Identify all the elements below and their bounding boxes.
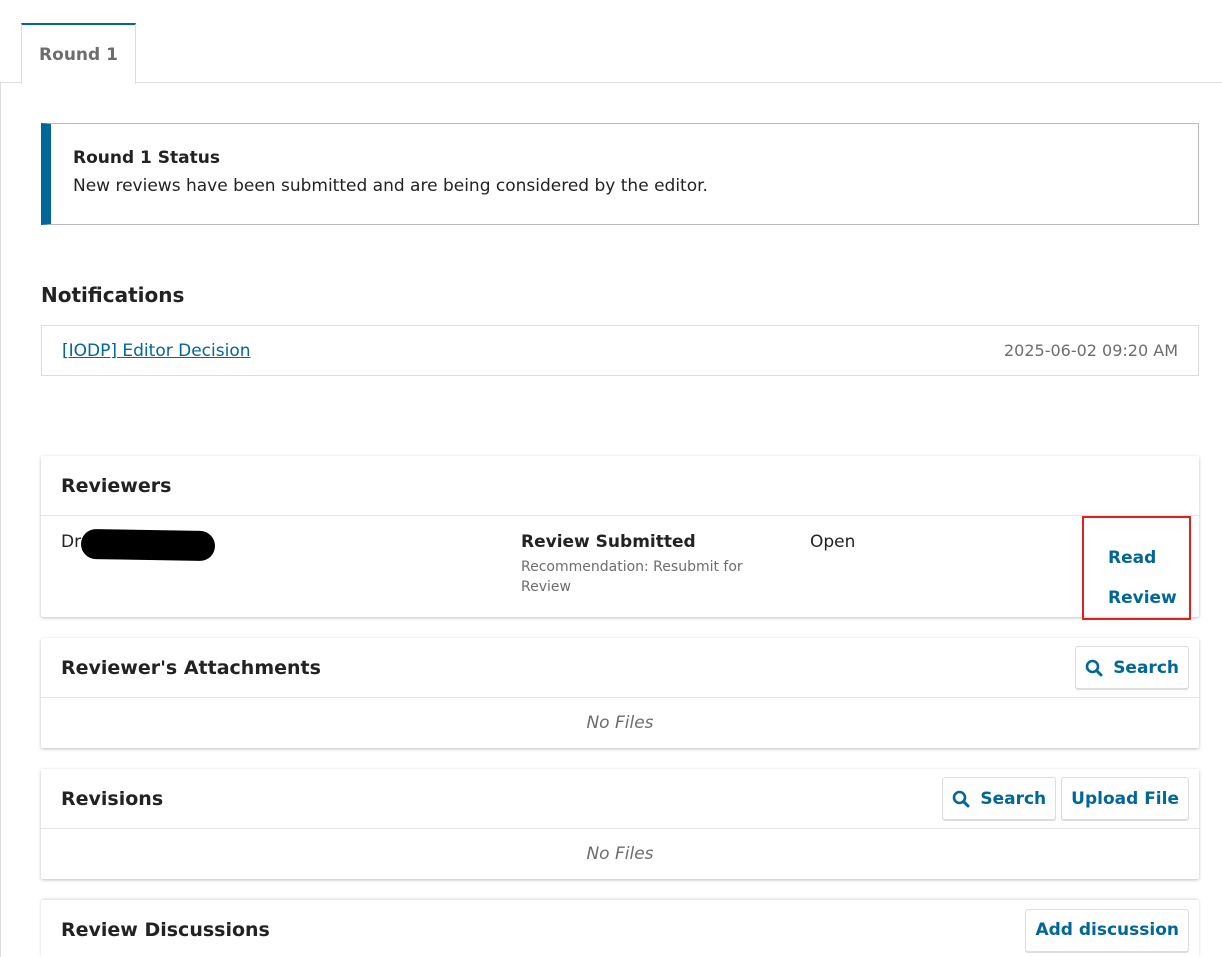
review-state: Open (810, 532, 856, 552)
attachments-empty: No Files (586, 713, 654, 733)
reviewers-panel: Reviewers Dr Review Submitted Recommenda… (41, 456, 1199, 620)
search-icon (1085, 659, 1103, 676)
reviewer-name: Dr (61, 532, 82, 552)
attachments-title: Reviewer's Attachments (61, 656, 321, 679)
read-review-link[interactable]: Read Review (1082, 516, 1191, 620)
revisions-search-label: Search (980, 788, 1047, 809)
revisions-header: Revisions Search Upload File (41, 769, 1199, 829)
discussions-header: Review Discussions Add discussion (41, 900, 1199, 957)
notifications-heading: Notifications (41, 283, 185, 307)
revisions-panel: Revisions Search Upload File No Files (41, 769, 1199, 879)
round-status-box: Round 1 Status New reviews have been sub… (41, 123, 1199, 225)
revisions-empty: No Files (586, 844, 654, 864)
notification-date: 2025-06-02 09:20 AM (1003, 341, 1178, 360)
round-status-text: New reviews have been submitted and are … (73, 176, 708, 196)
reviewer-row: Dr Review Submitted Recommendation: Resu… (41, 516, 1199, 620)
revisions-search-button[interactable]: Search (942, 777, 1057, 820)
review-round-page: Round 1 Round 1 Status New reviews have … (0, 0, 1222, 957)
search-icon (953, 790, 970, 807)
redaction-mark (80, 528, 216, 562)
review-status: Review Submitted Recommendation: Resubmi… (521, 532, 771, 597)
read-review-line-2: Review (1108, 588, 1177, 608)
add-discussion-button[interactable]: Add discussion (1025, 908, 1189, 952)
round-tabs: Round 1 (0, 0, 1222, 84)
attachments-actions: Search (1075, 646, 1189, 689)
revisions-title: Revisions (61, 787, 164, 810)
notification-item: [IODP] Editor Decision 2025-06-02 09:20 … (41, 325, 1199, 376)
review-recommendation: Recommendation: Resubmit for Review (521, 559, 743, 595)
add-discussion-label: Add discussion (1035, 920, 1179, 940)
tab-panel-edge (0, 83, 1, 957)
revisions-actions: Search Upload File (942, 777, 1189, 820)
attachments-search-button[interactable]: Search (1075, 646, 1189, 689)
upload-file-button[interactable]: Upload File (1061, 777, 1189, 820)
notification-link[interactable]: [IODP] Editor Decision (62, 341, 251, 361)
reviewers-header: Reviewers (41, 456, 1199, 516)
attachments-search-label: Search (1113, 657, 1179, 678)
tab-round-1-label: Round 1 (39, 44, 118, 65)
tab-round-1[interactable]: Round 1 (21, 23, 136, 84)
read-review-line-1: Read (1108, 548, 1157, 568)
discussions-panel: Review Discussions Add discussion (41, 900, 1199, 957)
reviewers-title: Reviewers (61, 474, 172, 497)
discussions-title: Review Discussions (61, 919, 270, 941)
discussions-actions: Add discussion (1025, 908, 1189, 952)
round-status-title: Round 1 Status (73, 148, 220, 168)
attachments-header: Reviewer's Attachments Search (41, 638, 1199, 698)
attachments-panel: Reviewer's Attachments Search No Files (41, 638, 1199, 748)
review-status-title: Review Submitted (521, 532, 696, 552)
upload-file-label: Upload File (1071, 788, 1179, 809)
